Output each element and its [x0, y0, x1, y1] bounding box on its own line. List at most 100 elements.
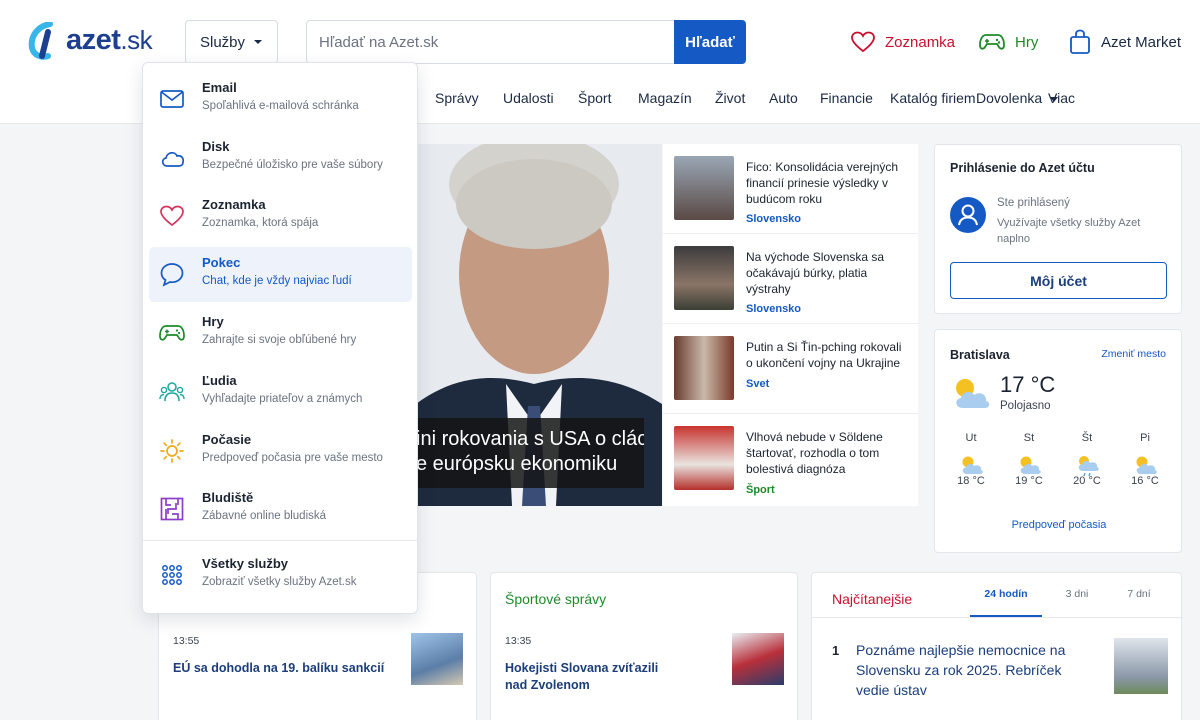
cloud-icon — [161, 152, 185, 167]
hero-caption[interactable]: ini rokovania s USA o clách e európsku e… — [416, 418, 644, 488]
service-title: Disk — [202, 139, 230, 154]
forecast-day: St 19 °C — [1004, 432, 1054, 487]
service-title: Email — [202, 80, 237, 95]
service-description: Zábavné online bludiská — [202, 510, 327, 522]
service-title: Počasie — [202, 432, 252, 447]
login-description: Využívajte všetky služby Azet naplno — [997, 217, 1141, 245]
service-item-pokec[interactable]: Pokec Chat, kde je vždy najviac ľudí — [149, 247, 412, 302]
nav-item-auto[interactable]: Auto — [769, 90, 798, 106]
news-title: Fico: Konsolidácia verejných financií pr… — [746, 160, 899, 206]
market-label: Azet Market — [1101, 33, 1182, 51]
nav-item-zivot[interactable]: Život — [715, 90, 745, 106]
games-label: Hry — [1015, 33, 1039, 51]
weather-forecast-link[interactable]: Predpoveď počasia — [935, 519, 1183, 531]
article-thumbnail[interactable] — [732, 633, 784, 685]
logo-swoosh-icon — [28, 22, 53, 60]
service-item-disk[interactable]: Disk Bezpečné úložisko pre vaše súbory — [149, 131, 412, 186]
service-title: Hry — [202, 314, 224, 329]
people-icon — [159, 382, 185, 402]
partly-cloudy-icon — [956, 379, 990, 408]
dating-link[interactable]: Zoznamka — [851, 28, 955, 56]
news-tag[interactable]: Slovensko — [746, 213, 801, 225]
chat-icon — [160, 263, 184, 287]
service-description: Zahrajte si svoje obľúbené hry — [202, 334, 357, 346]
services-label: Služby — [199, 33, 246, 51]
gamepad-icon — [159, 325, 185, 341]
service-description: Zoznamka, ktorá spája — [202, 217, 319, 229]
nav-item-magazin[interactable]: Magazín — [638, 90, 692, 106]
article-title[interactable]: EÚ sa dohodla na 19. balíku sankcií — [173, 660, 388, 677]
news-title: Vlhová nebude v Söldene štartovať, rozho… — [746, 430, 883, 476]
service-item-pocasie[interactable]: Počasie Predpoveď počasia pre vaše mesto — [149, 424, 412, 479]
service-item-bludiste[interactable]: Bludiště Zábavné online bludiská — [149, 482, 412, 537]
nav-item-financie[interactable]: Financie — [820, 90, 873, 106]
tab-24h[interactable]: 24 hodín — [970, 588, 1042, 600]
my-account-button[interactable]: Môj účet — [950, 262, 1167, 299]
search-input[interactable]: Hľadať na Azet.sk — [306, 20, 674, 64]
sport-heading[interactable]: Športové správy — [505, 591, 606, 607]
article-title[interactable]: Hokejisti Slovana zvíťazili nad Zvolenom — [505, 660, 675, 694]
sport-news-card: Športové správy 13:35 Hokejisti Slovana … — [490, 572, 798, 720]
nav-item-sport[interactable]: Šport — [578, 90, 611, 106]
search-button[interactable]: Hľadať — [674, 20, 746, 64]
news-thumbnail — [674, 246, 734, 310]
news-item[interactable]: Vlhová nebude v Söldene štartovať, rozho… — [663, 414, 918, 506]
news-item[interactable]: Na východe Slovenska sa očakávajú búrky,… — [663, 234, 918, 324]
article-time: 13:35 — [505, 635, 532, 647]
partly-cloudy-icon — [1136, 456, 1157, 474]
news-thumbnail — [674, 336, 734, 400]
news-tag[interactable]: Slovensko — [746, 303, 801, 315]
caret-down-icon — [254, 40, 263, 44]
news-item[interactable]: Fico: Konsolidácia verejných financií pr… — [663, 144, 918, 234]
article-thumbnail[interactable] — [411, 633, 463, 685]
games-link[interactable]: Hry — [979, 28, 1038, 56]
article-thumbnail[interactable] — [1114, 638, 1168, 694]
nav-item-dovolenka[interactable]: Dovolenka — [976, 90, 1042, 106]
weather-temp: 17 °C — [1000, 372, 1056, 397]
service-item-hry[interactable]: Hry Zahrajte si svoje obľúbené hry — [149, 306, 412, 361]
forecast-temp: 19 °C — [1015, 475, 1043, 487]
shopping-bag-icon — [1070, 29, 1090, 54]
service-title: Pokec — [202, 255, 241, 270]
most-read-card: Najčítanejšie 24 hodín 3 dni 7 dní 1 Poz… — [811, 572, 1183, 720]
service-item-email[interactable]: Email Spoľahlivá e-mailová schránka — [149, 72, 412, 127]
service-item-ludia[interactable]: Ľudia Vyhľadajte priateľov a známych — [149, 365, 412, 420]
news-tag[interactable]: Svet — [746, 378, 769, 390]
grid-icon — [162, 565, 182, 585]
nav-item-udalosti[interactable]: Udalosti — [503, 90, 554, 106]
forecast-day: Pi 16 °C — [1120, 432, 1170, 487]
partly-cloudy-icon — [1020, 456, 1041, 474]
forecast-day-name: St — [1023, 432, 1035, 444]
hero-caption-line2: e európsku ekonomiku — [416, 453, 618, 475]
service-title: Zoznamka — [202, 197, 266, 212]
services-dropdown: Email Spoľahlivá e-mailová schránka Disk… — [142, 62, 419, 614]
service-description: Bezpečné úložisko pre vaše súbory — [202, 159, 383, 171]
most-read-title[interactable]: Poznáme najlepšie nemocnice na Slovensku… — [856, 640, 1096, 700]
dating-label: Zoznamka — [885, 33, 956, 51]
azet-logo[interactable]: azet.sk — [28, 18, 158, 62]
change-city-link[interactable]: Zmeniť mesto — [1101, 348, 1166, 360]
service-title: Bludiště — [202, 490, 254, 505]
service-description: Zobraziť všetky služby Azet.sk — [202, 576, 357, 588]
forecast-day: Ut 18 °C — [946, 432, 996, 487]
service-item-zoznamka[interactable]: Zoznamka Zoznamka, ktorá spája — [149, 189, 412, 244]
news-item[interactable]: Putin a Si Ťin-pching rokovali o ukončen… — [663, 324, 918, 414]
market-link[interactable]: Azet Market — [1069, 28, 1181, 56]
news-tag[interactable]: Šport — [746, 484, 775, 496]
tab-3d[interactable]: 3 dni — [1050, 588, 1104, 600]
forecast-day-name: Ut — [965, 432, 977, 444]
logo-suffix: .sk — [120, 25, 153, 55]
forecast-day-name: Pi — [1140, 432, 1150, 444]
services-dropdown-button[interactable]: Služby — [185, 20, 278, 64]
forecast-temp: 16 °C — [1131, 475, 1159, 487]
nav-item-spravy[interactable]: Správy — [435, 90, 479, 106]
news-title: Putin a Si Ťin-pching rokovali o ukončen… — [746, 340, 902, 370]
service-title: Ľudia — [202, 373, 237, 388]
nav-item-katalog[interactable]: Katalóg firiem — [890, 90, 976, 106]
rain-cloud-icon — [1078, 456, 1099, 477]
login-status: Ste prihlásený — [997, 197, 1070, 209]
service-item-all[interactable]: Všetky služby Zobraziť všetky služby Aze… — [149, 548, 412, 603]
article-time: 13:55 — [173, 635, 200, 647]
nav-item-viac[interactable]: Viac — [1048, 90, 1075, 106]
tab-7d[interactable]: 7 dní — [1104, 588, 1174, 600]
